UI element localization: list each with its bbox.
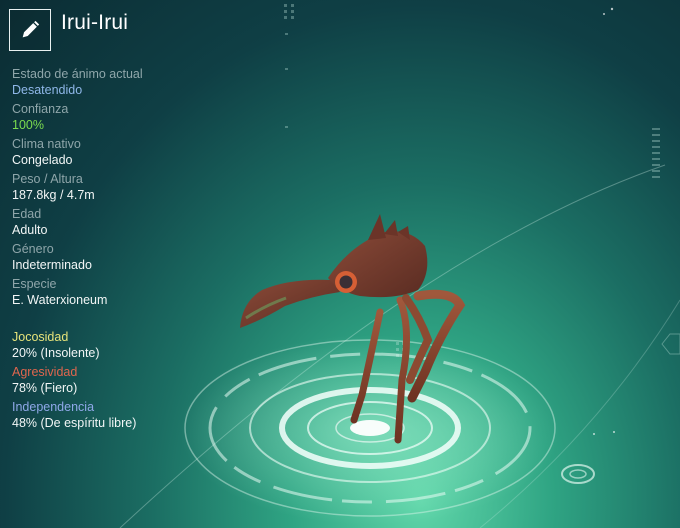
- trait-aggression: Agresividad 78% (Fiero): [12, 365, 232, 396]
- stat-label: Confianza: [12, 102, 69, 116]
- stat-mood: Estado de ánimo actual Desatendido: [12, 67, 212, 98]
- stat-value: Congelado: [12, 153, 73, 167]
- stats-list: Estado de ánimo actual Desatendido Confi…: [12, 67, 212, 312]
- stat-value: Desatendido: [12, 83, 83, 97]
- traits-list: Jocosidad 20% (Insolente) Agresividad 78…: [12, 330, 232, 435]
- trait-label: Agresividad: [12, 365, 78, 379]
- companion-name: Irui-Irui: [61, 11, 129, 34]
- stat-trust: Confianza 100%: [12, 102, 212, 133]
- trait-label: Jocosidad: [12, 330, 69, 344]
- trait-value: 20% (Insolente): [12, 346, 100, 360]
- stat-native-climate: Clima nativo Congelado: [12, 137, 212, 168]
- stat-age: Edad Adulto: [12, 207, 212, 238]
- stat-value: 187.8kg / 4.7m: [12, 188, 95, 202]
- trait-value: 78% (Fiero): [12, 381, 78, 395]
- stat-label: Clima nativo: [12, 137, 81, 151]
- trait-independence: Independencia 48% (De espíritu libre): [12, 400, 232, 431]
- pencil-icon: [22, 20, 40, 38]
- edit-name-button[interactable]: [9, 9, 51, 51]
- stat-value: 100%: [12, 118, 44, 132]
- stat-value: Indeterminado: [12, 258, 92, 272]
- stat-species: Especie E. Waterxioneum: [12, 277, 212, 308]
- header: Irui-Irui: [9, 9, 128, 51]
- stat-label: Estado de ánimo actual: [12, 67, 143, 81]
- trait-playfulness: Jocosidad 20% (Insolente): [12, 330, 232, 361]
- stat-label: Peso / Altura: [12, 172, 83, 186]
- trait-value: 48% (De espíritu libre): [12, 416, 137, 430]
- stat-value: Adulto: [12, 223, 48, 237]
- stat-label: Especie: [12, 277, 57, 291]
- stat-label: Edad: [12, 207, 42, 221]
- hud-marks: [284, 4, 660, 357]
- stat-label: Género: [12, 242, 54, 256]
- stat-value: E. Waterxioneum: [12, 293, 108, 307]
- stat-weight-height: Peso / Altura 187.8kg / 4.7m: [12, 172, 212, 203]
- stat-gender: Género Indeterminado: [12, 242, 212, 273]
- trait-label: Independencia: [12, 400, 95, 414]
